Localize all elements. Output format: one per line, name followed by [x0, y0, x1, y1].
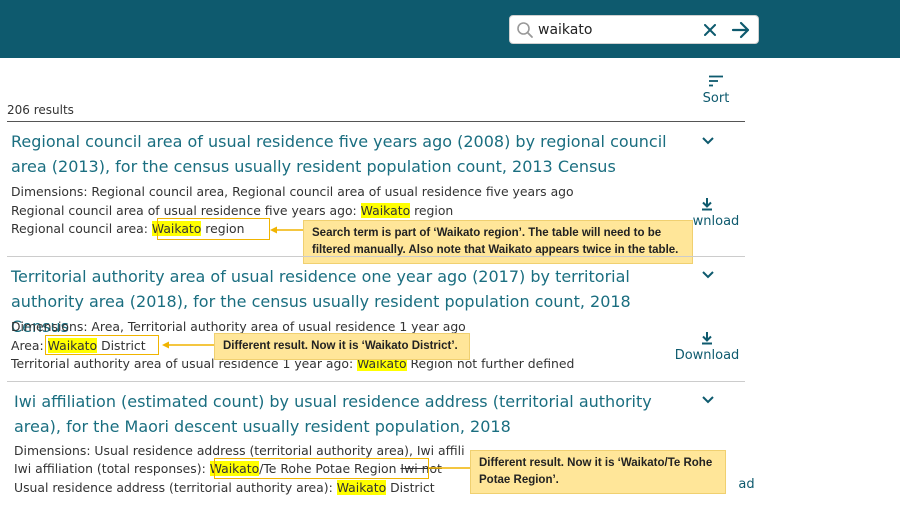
- chevron-down-icon[interactable]: [700, 135, 716, 147]
- divider: [7, 121, 745, 122]
- download-label: Download: [674, 348, 740, 363]
- divider: [7, 256, 745, 257]
- search-icon: [517, 22, 533, 38]
- download-icon: [702, 198, 712, 211]
- sort-button[interactable]: Sort: [695, 75, 737, 106]
- annotation-callout: Search term is part of ‘Waikato region’.…: [303, 220, 693, 264]
- result-title[interactable]: Iwi affiliation (estimated count) by usu…: [14, 389, 674, 439]
- sort-icon: [709, 75, 723, 87]
- annotation-box: [157, 218, 270, 240]
- search-input[interactable]: [538, 19, 698, 41]
- search-highlight: Waikato: [360, 203, 411, 218]
- result-filter-line: Usual residence address (territorial aut…: [14, 480, 435, 495]
- close-icon[interactable]: [700, 20, 720, 40]
- callout-arrow: [270, 226, 303, 234]
- download-icon: [702, 332, 712, 345]
- callout-arrow: [429, 467, 470, 469]
- chevron-down-icon[interactable]: [700, 394, 716, 406]
- results-count: 206 results: [7, 103, 74, 117]
- search-box[interactable]: [509, 15, 759, 44]
- callout-arrow: [162, 341, 215, 349]
- download-button[interactable]: Download: [672, 331, 742, 363]
- download-button[interactable]: Download: [690, 474, 755, 492]
- annotation-box: [214, 458, 429, 479]
- annotation-callout: Different result. Now it is ‘Waikato/Te …: [470, 450, 726, 494]
- result-title[interactable]: Regional council area of usual residence…: [11, 129, 671, 179]
- download-label: Download: [738, 477, 755, 492]
- chevron-down-icon[interactable]: [700, 269, 716, 281]
- annotation-callout: Different result. Now it is ‘Waikato Dis…: [214, 333, 470, 360]
- search-highlight: Waikato: [336, 480, 387, 495]
- result-dimensions: Dimensions: Regional council area, Regio…: [11, 184, 574, 199]
- header-bar: [0, 0, 900, 58]
- divider: [7, 381, 745, 382]
- annotation-box: [45, 335, 159, 355]
- sort-label: Sort: [702, 91, 730, 106]
- arrow-right-icon[interactable]: [730, 20, 752, 40]
